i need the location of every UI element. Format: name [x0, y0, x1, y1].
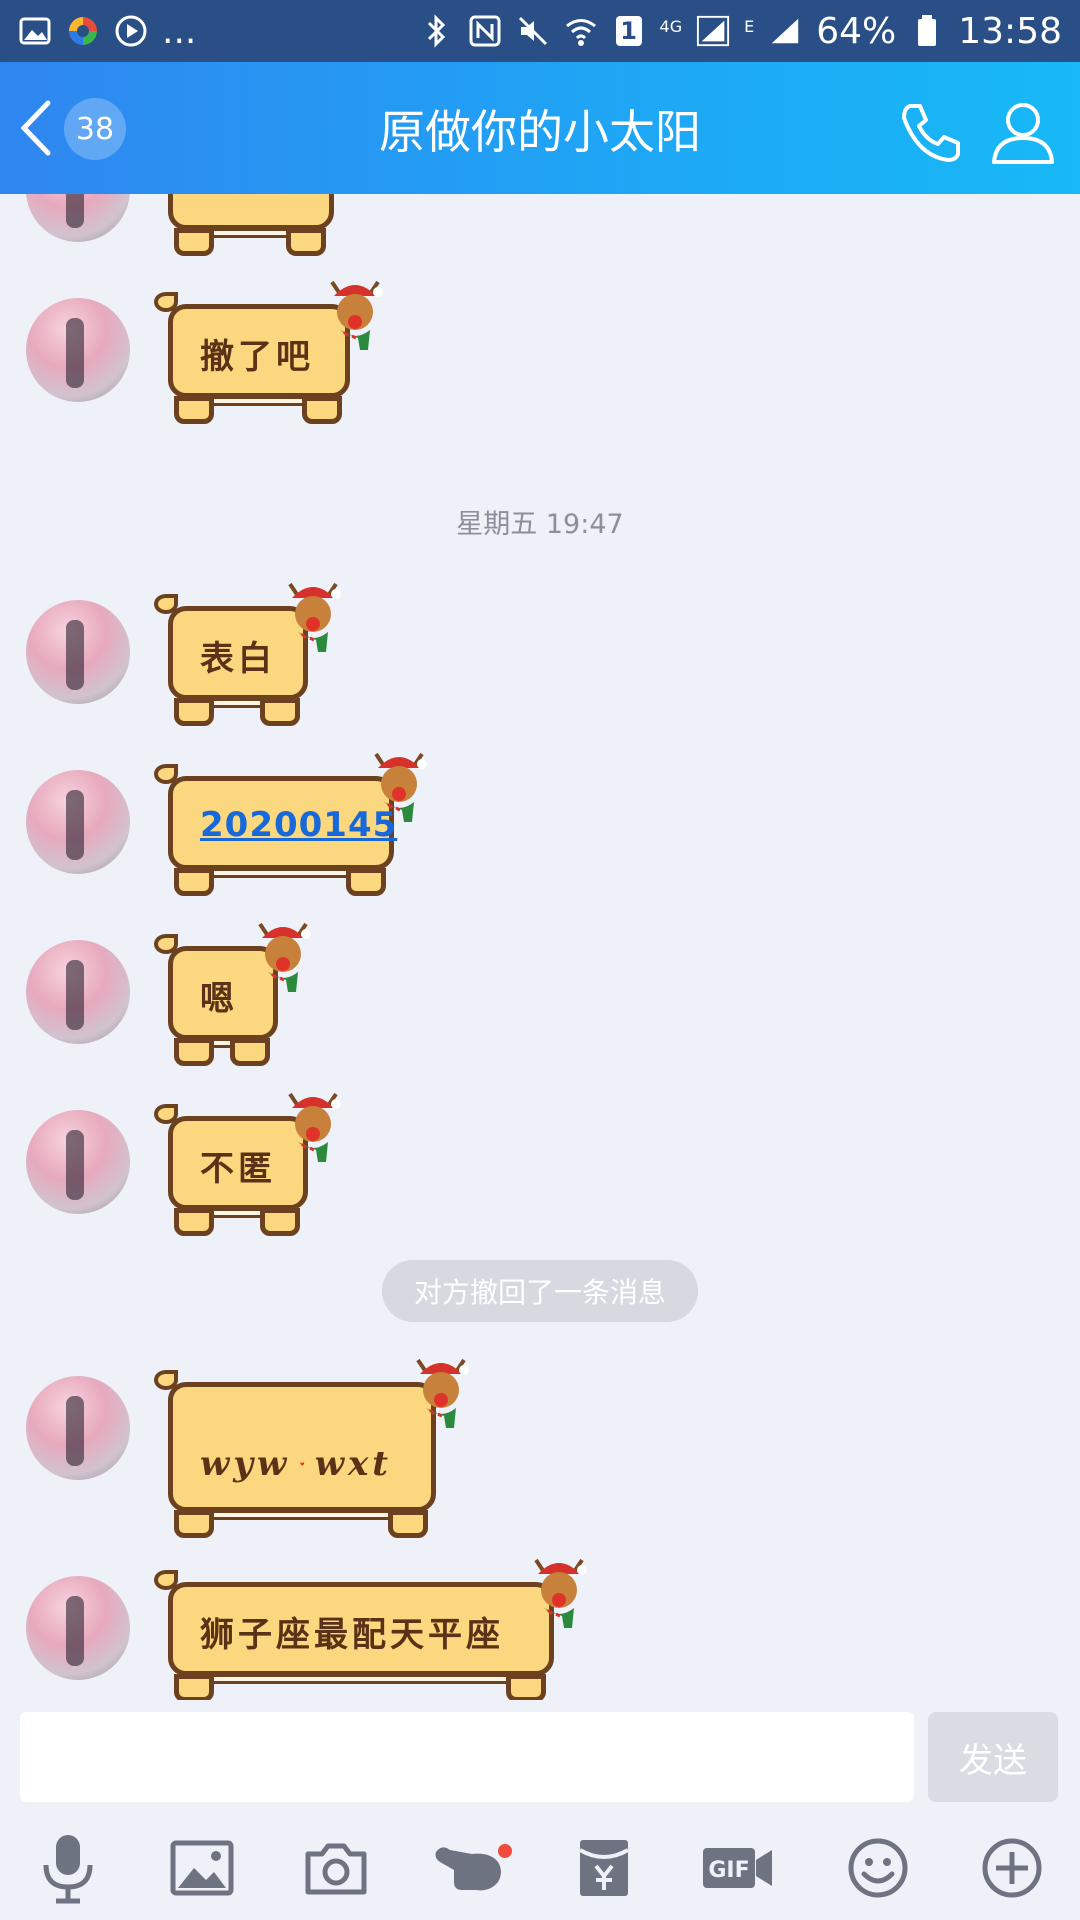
message-text-right: wxt: [314, 1444, 392, 1484]
bluetooth-icon: [420, 14, 454, 48]
plus-icon: [982, 1838, 1042, 1898]
avatar[interactable]: [26, 194, 130, 242]
sticker-bubble[interactable]: [160, 194, 360, 256]
battery-icon: [910, 14, 944, 48]
recall-notice: 对方撤回了一条消息: [382, 1260, 698, 1322]
avatar[interactable]: [26, 1376, 130, 1480]
message-input[interactable]: [20, 1712, 914, 1802]
message-text-left: wyw: [200, 1444, 291, 1484]
app-notification-icon: [66, 14, 100, 48]
voice-button[interactable]: [30, 1830, 106, 1906]
mute-icon: [516, 14, 550, 48]
sticker-bubble[interactable]: 表白: [154, 582, 341, 726]
image-icon: [170, 1840, 234, 1896]
avatar[interactable]: [26, 600, 130, 704]
camera-button[interactable]: [298, 1830, 374, 1906]
avatar[interactable]: [26, 298, 130, 402]
svg-text:GIF: GIF: [708, 1858, 749, 1883]
reindeer-icon: [288, 1092, 341, 1162]
status-bar: ... 1 4G E 64% 13:58: [0, 0, 1080, 62]
photo-button[interactable]: [164, 1830, 240, 1906]
avatar[interactable]: [26, 1110, 130, 1214]
reindeer-icon: [258, 922, 311, 992]
chat-header: 38 原做你的小太阳: [0, 62, 1080, 194]
call-button[interactable]: [896, 98, 964, 166]
more-button[interactable]: [974, 1830, 1050, 1906]
avatar[interactable]: [26, 770, 130, 874]
back-arrow-icon: [20, 100, 51, 156]
avatar[interactable]: [26, 1576, 130, 1680]
chat-title: 原做你的小太阳: [379, 105, 701, 159]
emoji-icon: [848, 1838, 908, 1898]
reindeer-icon: [416, 1358, 469, 1428]
send-button[interactable]: 发送: [928, 1712, 1058, 1802]
person-icon: [992, 103, 1054, 164]
avatar[interactable]: [26, 940, 130, 1044]
unread-count-badge[interactable]: 38: [64, 98, 126, 160]
camera-icon: [305, 1843, 367, 1895]
play-notification-icon: [114, 14, 148, 48]
clock: 13:58: [958, 10, 1062, 52]
sticker-bubble[interactable]: 不匿: [154, 1092, 341, 1236]
gif-icon: GIF: [703, 1848, 772, 1888]
network-type-e-label: E: [744, 16, 755, 36]
message-text: 嗯: [200, 978, 238, 1019]
cell-signal-2-icon: [768, 14, 802, 48]
sim-slot-number: 1: [620, 17, 637, 45]
profile-button[interactable]: [990, 98, 1056, 166]
chat-toolbar: GIF: [0, 1810, 1080, 1920]
poke-icon: [435, 1847, 501, 1891]
heart-icon: [300, 1462, 305, 1466]
poke-button[interactable]: [432, 1830, 512, 1906]
network-type-label: 4G: [659, 16, 683, 36]
emoji-button[interactable]: [840, 1830, 916, 1906]
reindeer-icon: [330, 280, 383, 350]
new-indicator-dot: [498, 1844, 512, 1858]
input-bar: 发送: [0, 1700, 1080, 1810]
red-packet-button[interactable]: [566, 1830, 642, 1906]
sticker-bubble[interactable]: 嗯: [154, 922, 311, 1066]
sticker-bubble[interactable]: 撤了吧: [154, 280, 383, 424]
battery-percent: 64%: [816, 10, 897, 52]
cell-signal-icon: [696, 14, 730, 48]
nfc-icon: [468, 14, 502, 48]
sim-slot-icon: 1: [612, 14, 646, 48]
wifi-icon: [564, 14, 598, 48]
message-text: 不匿: [200, 1148, 276, 1189]
message-timestamp: 星期五 19:47: [456, 509, 624, 540]
reindeer-icon: [288, 582, 341, 652]
message-list[interactable]: 撤了吧 星期五 19:47 表白 20200145 嗯 不匿 对方撤回了一条消息…: [0, 194, 1080, 1700]
message-link[interactable]: 20200145: [200, 805, 397, 845]
gallery-notification-icon: [18, 14, 52, 48]
sticker-bubble[interactable]: 狮子座最配天平座: [154, 1558, 587, 1700]
more-notifications: ...: [162, 10, 197, 52]
sticker-bubble[interactable]: 20200145: [154, 752, 427, 896]
red-packet-icon: [578, 1840, 630, 1896]
message-text: [200, 194, 290, 256]
gif-button[interactable]: GIF: [700, 1830, 776, 1906]
message-text: 狮子座最配天平座: [200, 1614, 504, 1655]
message-text: 撤了吧: [200, 336, 314, 377]
reindeer-icon: [534, 1558, 587, 1628]
sticker-bubble[interactable]: wyw wxt: [154, 1358, 469, 1538]
message-text: 表白: [200, 638, 276, 679]
phone-icon: [902, 104, 960, 162]
mic-icon: [43, 1835, 93, 1904]
